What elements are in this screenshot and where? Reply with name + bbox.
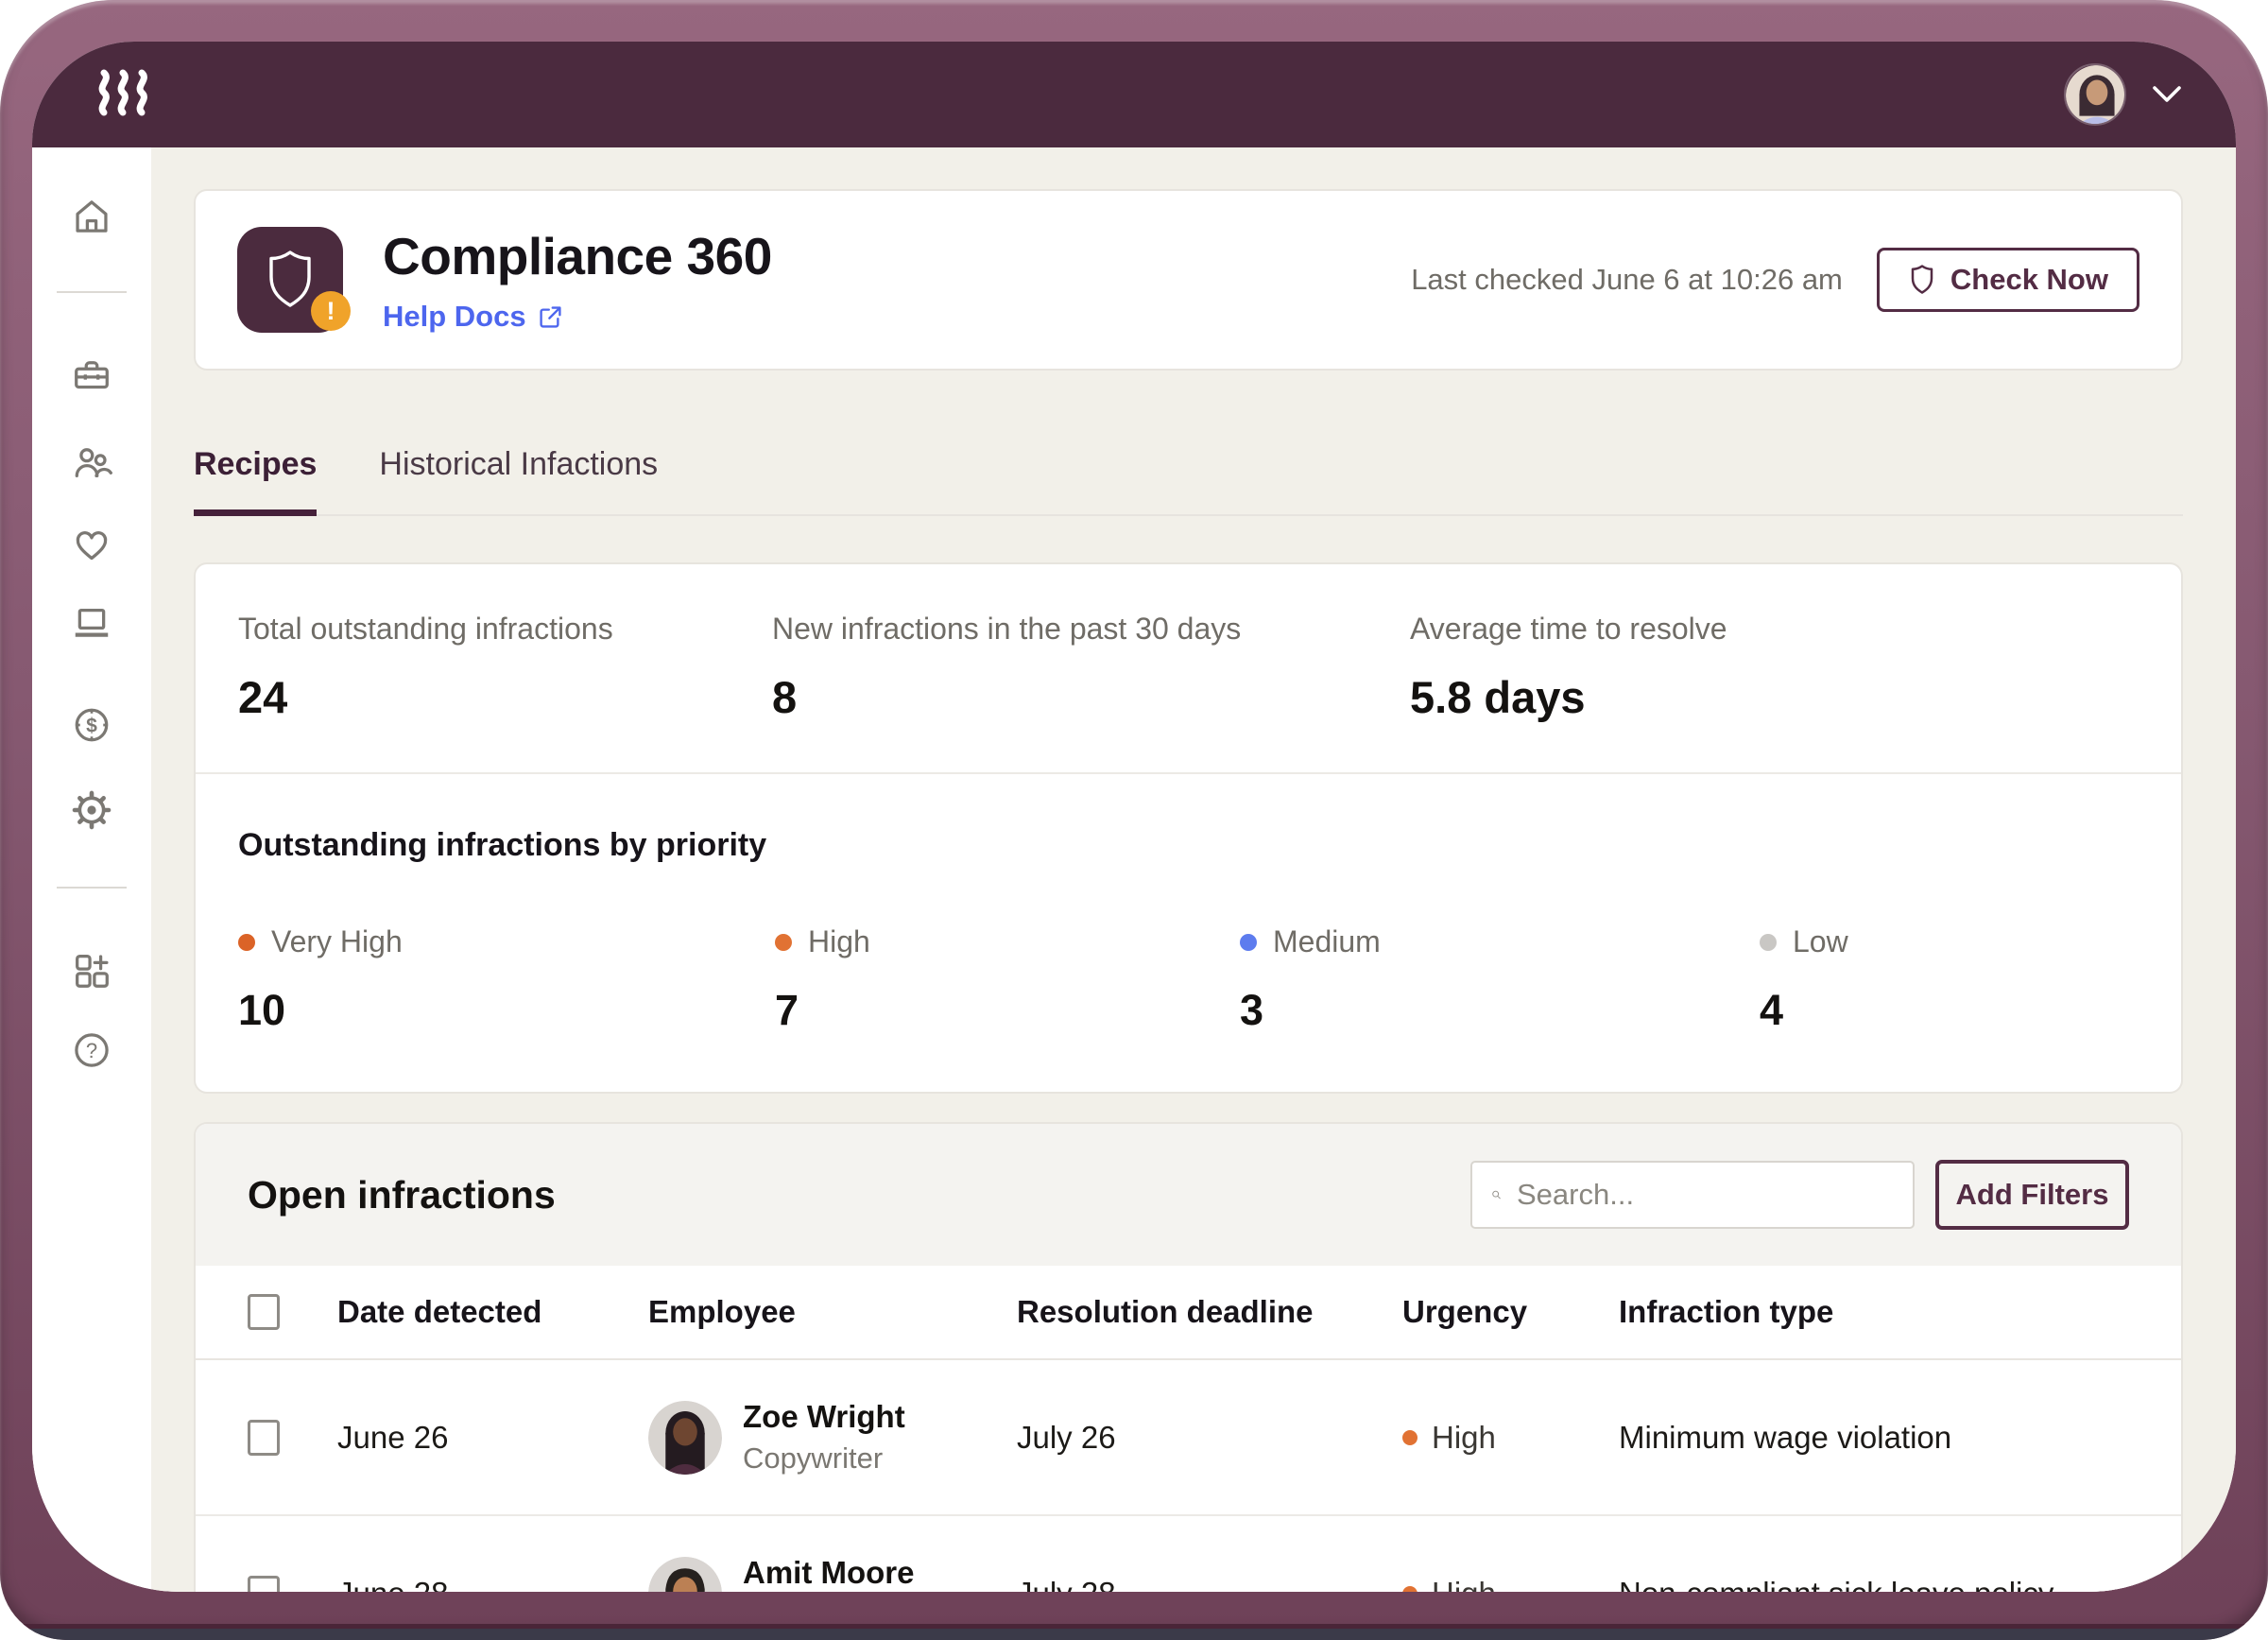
search-icon <box>1491 1181 1502 1209</box>
alert-badge: ! <box>311 291 351 331</box>
heart-icon[interactable] <box>70 523 113 566</box>
cell-employee: Zoe Wright Copywriter <box>648 1399 1017 1476</box>
high-dot-icon <box>1402 1586 1418 1593</box>
high-dot-icon <box>775 934 792 951</box>
table-toolbar: Open infractions Add Filters <box>196 1124 2181 1266</box>
employee-role: Copywriter <box>743 1441 905 1476</box>
sidebar: $ <box>32 147 151 1592</box>
priority-section: Outstanding infractions by priority Very… <box>196 774 2181 1092</box>
apps-grid-plus-icon[interactable] <box>70 949 113 993</box>
page-title: Compliance 360 <box>383 226 772 286</box>
col-urgency: Urgency <box>1402 1294 1619 1330</box>
employee-name: Zoe Wright <box>743 1399 905 1435</box>
cell-urgency: High <box>1402 1420 1619 1456</box>
shield-icon <box>1908 264 1936 296</box>
last-checked-text: Last checked June 6 at 10:26 am <box>1411 263 1843 297</box>
tablet-frame: $ <box>0 0 2268 1640</box>
cell-urgency: High <box>1402 1576 1619 1593</box>
add-filters-button[interactable]: Add Filters <box>1935 1160 2129 1230</box>
cell-deadline: July 28 <box>1017 1576 1402 1593</box>
chevron-down-icon[interactable] <box>2153 86 2181 103</box>
col-infraction-type: Infraction type <box>1619 1294 2162 1330</box>
table-header-row: Date detected Employee Resolution deadli… <box>196 1266 2181 1360</box>
settings-gear-icon[interactable] <box>70 788 113 832</box>
employee-name: Amit Moore <box>743 1555 915 1591</box>
cell-date: June 28 <box>337 1576 648 1593</box>
device-base <box>26 1629 2242 1640</box>
help-question-icon[interactable]: ? <box>70 1028 113 1072</box>
shield-alert-icon: ! <box>237 227 343 333</box>
laptop-icon[interactable] <box>70 601 113 645</box>
dollar-coin-icon[interactable]: $ <box>70 703 113 747</box>
stats-row: Total outstanding infractions 24 New inf… <box>196 564 2181 772</box>
search-box <box>1470 1161 1915 1229</box>
tab-recipes[interactable]: Recipes <box>194 446 317 516</box>
check-now-button[interactable]: Check Now <box>1877 248 2139 312</box>
row-checkbox[interactable] <box>248 1576 280 1593</box>
stat-total-outstanding: Total outstanding infractions 24 <box>238 612 772 723</box>
sidebar-divider <box>57 887 127 889</box>
select-all-checkbox[interactable] <box>248 1294 280 1330</box>
priority-high: High 7 <box>775 924 1240 1035</box>
priority-medium: Medium 3 <box>1240 924 1760 1035</box>
low-dot-icon <box>1760 934 1777 951</box>
medium-dot-icon <box>1240 934 1257 951</box>
briefcase-icon[interactable] <box>70 354 113 397</box>
main-content: ! Compliance 360 Help Docs Las <box>151 147 2236 1592</box>
tab-bar: Recipes Historical Infactions <box>194 371 2183 516</box>
rippling-logo-icon[interactable] <box>96 69 155 120</box>
cell-date: June 26 <box>337 1420 648 1456</box>
app-screen: $ <box>32 42 2236 1592</box>
avatar <box>648 1557 722 1593</box>
help-docs-link[interactable]: Help Docs <box>383 300 563 334</box>
priority-low: Low 4 <box>1760 924 1848 1035</box>
col-date-detected: Date detected <box>337 1294 648 1330</box>
external-link-icon <box>538 304 563 330</box>
very-high-dot-icon <box>238 934 255 951</box>
row-checkbox[interactable] <box>248 1420 280 1456</box>
priority-title: Outstanding infractions by priority <box>238 827 2139 864</box>
stat-new-30-days: New infractions in the past 30 days 8 <box>772 612 1410 723</box>
tab-historical-infactions[interactable]: Historical Infactions <box>379 446 658 514</box>
top-navbar <box>32 42 2236 147</box>
col-employee: Employee <box>648 1294 1017 1330</box>
search-input[interactable] <box>1517 1178 1894 1212</box>
avatar <box>648 1401 722 1475</box>
table-row[interactable]: June 28 <box>196 1516 2181 1592</box>
svg-text:$: $ <box>86 716 97 737</box>
svg-text:?: ? <box>86 1039 97 1062</box>
cell-employee: Amit Moore VP of Sales <box>648 1555 1017 1592</box>
stats-card: Total outstanding infractions 24 New inf… <box>194 562 2183 1094</box>
cell-deadline: July 26 <box>1017 1420 1402 1456</box>
people-icon[interactable] <box>70 440 113 484</box>
page-header-card: ! Compliance 360 Help Docs Las <box>194 189 2183 371</box>
home-icon[interactable] <box>70 195 113 238</box>
stat-avg-time-resolve: Average time to resolve 5.8 days <box>1410 612 1727 723</box>
high-dot-icon <box>1402 1430 1418 1445</box>
open-infractions-card: Open infractions Add Filters Date detec <box>194 1122 2183 1592</box>
open-infractions-title: Open infractions <box>248 1173 556 1217</box>
priority-very-high: Very High 10 <box>238 924 775 1035</box>
table-row[interactable]: June 26 <box>196 1360 2181 1516</box>
user-avatar[interactable] <box>2064 63 2126 126</box>
sidebar-divider <box>57 291 127 293</box>
cell-infraction-type: Minimum wage violation <box>1619 1420 2162 1456</box>
cell-infraction-type: Non-compliant sick leave policy <box>1619 1576 2162 1593</box>
col-resolution-deadline: Resolution deadline <box>1017 1294 1402 1330</box>
